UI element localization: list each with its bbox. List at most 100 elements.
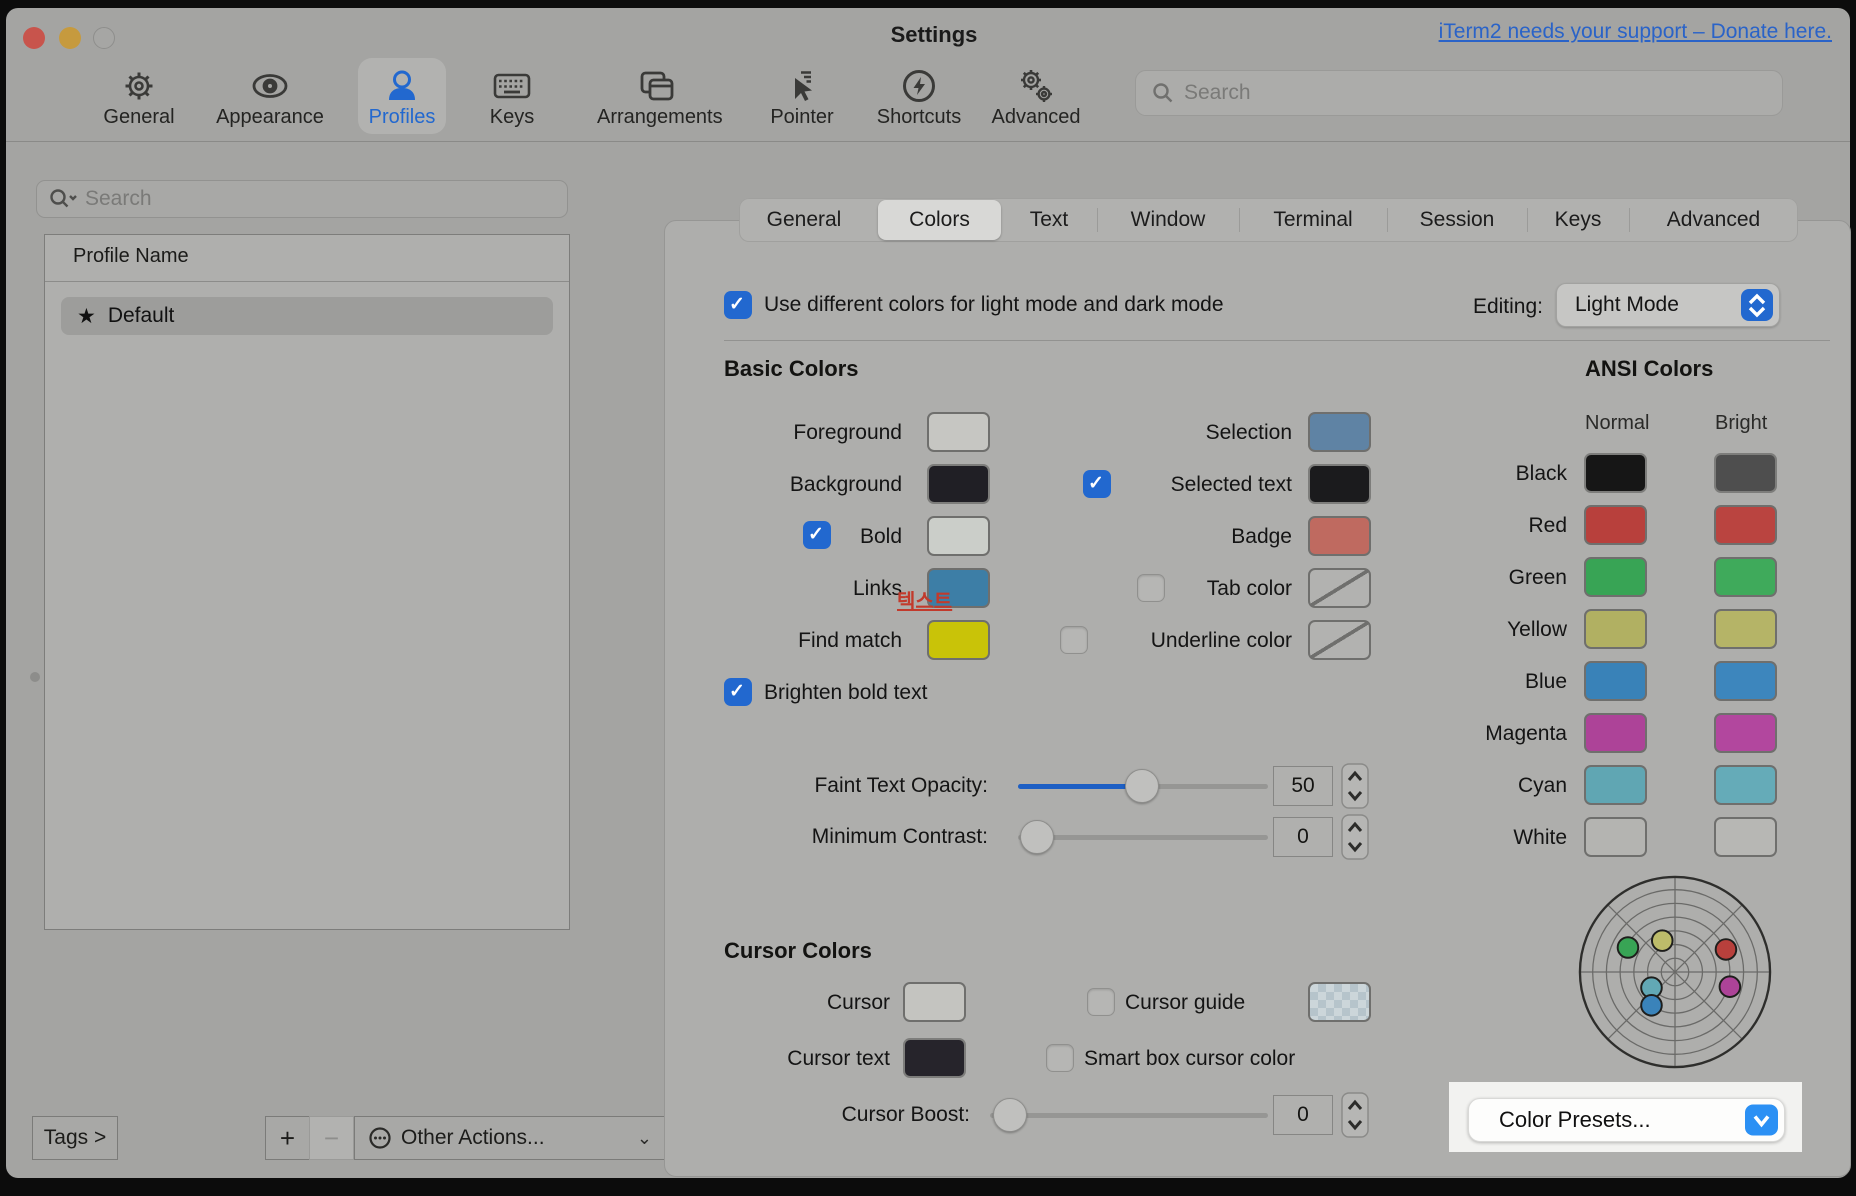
cursor-text-color-well[interactable]: [903, 1038, 966, 1078]
toolbar-label: Appearance: [210, 106, 330, 129]
cursor-boost-slider-track[interactable]: [990, 1113, 1268, 1118]
ansi-magenta-normal-well[interactable]: [1584, 713, 1647, 753]
selection-color-well[interactable]: [1308, 412, 1371, 452]
tab-color-well[interactable]: [1308, 568, 1371, 608]
toolbar-item-pointer[interactable]: Pointer: [742, 58, 862, 136]
tab-colors[interactable]: Colors: [878, 198, 1001, 242]
ansi-green-normal-well[interactable]: [1584, 557, 1647, 597]
faint-opacity-stepper[interactable]: [1341, 763, 1369, 814]
profile-tab-bar: General Colors Text Window Terminal Sess…: [739, 198, 1798, 242]
tab-general[interactable]: General: [739, 198, 869, 242]
ansi-green-bright-well[interactable]: [1714, 557, 1777, 597]
tab-separator: [1527, 208, 1528, 232]
toolbar-item-advanced[interactable]: Advanced: [976, 58, 1096, 136]
tab-window[interactable]: Window: [1097, 198, 1239, 242]
smart-box-cursor-checkbox[interactable]: [1046, 1044, 1074, 1072]
cursor-guide-label: Cursor guide: [1125, 991, 1245, 1015]
tab-terminal[interactable]: Terminal: [1239, 198, 1387, 242]
ansi-white-bright-well[interactable]: [1714, 817, 1777, 857]
profile-search-input[interactable]: Search: [36, 180, 568, 218]
tags-button[interactable]: Tags >: [32, 1116, 118, 1160]
zoom-window-button[interactable]: [93, 27, 115, 49]
ansi-magenta-bright-well[interactable]: [1714, 713, 1777, 753]
color-wheel[interactable]: [1577, 874, 1773, 1070]
use-different-colors-checkbox[interactable]: [724, 291, 752, 319]
underline-color-label: Underline color: [1100, 629, 1292, 653]
tab-label: Session: [1420, 208, 1495, 232]
tab-advanced[interactable]: Advanced: [1629, 198, 1798, 242]
keyboard-icon: [490, 64, 534, 108]
toolbar-item-appearance[interactable]: Appearance: [210, 58, 330, 136]
ansi-yellow-bright-well[interactable]: [1714, 609, 1777, 649]
underline-color-checkbox[interactable]: [1060, 626, 1088, 654]
add-profile-button[interactable]: +: [265, 1116, 310, 1160]
ansi-yellow-label: Yellow: [1440, 618, 1567, 642]
tab-color-label: Tab color: [1100, 577, 1292, 601]
min-contrast-stepper[interactable]: [1341, 814, 1369, 865]
cursor-color-well[interactable]: [903, 982, 966, 1022]
cursor-guide-checkbox[interactable]: [1087, 988, 1115, 1016]
bold-color-well[interactable]: [927, 516, 990, 556]
toolbar-label: Advanced: [976, 106, 1096, 129]
profile-list-header[interactable]: Profile Name: [45, 235, 569, 282]
use-different-colors-label: Use different colors for light mode and …: [764, 293, 1224, 317]
wheel-dot-red: [1716, 939, 1737, 960]
background-color-well[interactable]: [927, 464, 990, 504]
ansi-red-normal-well[interactable]: [1584, 505, 1647, 545]
toolbar-item-profiles[interactable]: Profiles: [342, 58, 462, 136]
min-contrast-value-text: 0: [1297, 825, 1309, 849]
tab-text[interactable]: Text: [1001, 198, 1097, 242]
lightning-icon: [897, 64, 941, 108]
selected-text-color-well[interactable]: [1308, 464, 1371, 504]
smart-box-cursor-label: Smart box cursor color: [1084, 1047, 1295, 1071]
faint-opacity-label: Faint Text Opacity:: [730, 774, 988, 798]
toolbar-item-keys[interactable]: Keys: [452, 58, 572, 136]
profile-row-default[interactable]: ★ Default: [61, 297, 553, 335]
ansi-cyan-normal-well[interactable]: [1584, 765, 1647, 805]
donate-link[interactable]: iTerm2 needs your support – Donate here.: [1439, 20, 1832, 44]
selection-label: Selection: [1100, 421, 1292, 445]
ansi-blue-normal-well[interactable]: [1584, 661, 1647, 701]
popup-stepper-icon: [1741, 289, 1773, 321]
toolbar-item-arrangements[interactable]: Arrangements: [597, 58, 717, 136]
brighten-bold-text-label: Brighten bold text: [764, 681, 927, 705]
min-contrast-slider-track[interactable]: [1018, 835, 1268, 840]
ansi-white-label: White: [1440, 826, 1567, 850]
minimize-window-button[interactable]: [59, 27, 81, 49]
other-actions-dropdown[interactable]: Other Actions... ⌄: [354, 1116, 667, 1160]
remove-profile-button[interactable]: −: [309, 1116, 354, 1160]
ansi-white-normal-well[interactable]: [1584, 817, 1647, 857]
ansi-yellow-normal-well[interactable]: [1584, 609, 1647, 649]
ansi-black-bright-well[interactable]: [1714, 453, 1777, 493]
min-contrast-slider-knob[interactable]: [1020, 820, 1054, 854]
toolbar-item-shortcuts[interactable]: Shortcuts: [859, 58, 979, 136]
badge-color-well[interactable]: [1308, 516, 1371, 556]
ansi-red-bright-well[interactable]: [1714, 505, 1777, 545]
toolbar-label: Shortcuts: [859, 106, 979, 129]
eye-icon: [248, 64, 292, 108]
tab-keys[interactable]: Keys: [1527, 198, 1629, 242]
faint-opacity-value[interactable]: 50: [1273, 766, 1333, 806]
foreground-color-well[interactable]: [927, 412, 990, 452]
tab-label: Window: [1131, 208, 1206, 232]
tab-session[interactable]: Session: [1387, 198, 1527, 242]
cursor-boost-value[interactable]: 0: [1273, 1095, 1333, 1135]
ansi-blue-bright-well[interactable]: [1714, 661, 1777, 701]
section-divider: [724, 340, 1830, 341]
close-window-button[interactable]: [23, 27, 45, 49]
ansi-black-normal-well[interactable]: [1584, 453, 1647, 493]
left-edge-dot: [30, 672, 40, 682]
color-presets-dropdown[interactable]: Color Presets...: [1468, 1098, 1785, 1142]
editing-mode-dropdown[interactable]: Light Mode: [1556, 283, 1780, 327]
cursor-boost-stepper[interactable]: [1341, 1092, 1369, 1143]
brighten-bold-text-checkbox[interactable]: [724, 678, 752, 706]
toolbar-item-general[interactable]: General: [79, 58, 199, 136]
underline-color-well[interactable]: [1308, 620, 1371, 660]
min-contrast-value[interactable]: 0: [1273, 817, 1333, 857]
ansi-cyan-bright-well[interactable]: [1714, 765, 1777, 805]
cursor-boost-slider-knob[interactable]: [993, 1098, 1027, 1132]
find-match-color-well[interactable]: [927, 620, 990, 660]
faint-opacity-slider-knob[interactable]: [1125, 769, 1159, 803]
toolbar-search-input[interactable]: Search: [1135, 70, 1783, 116]
cursor-guide-color-well[interactable]: [1308, 982, 1371, 1022]
